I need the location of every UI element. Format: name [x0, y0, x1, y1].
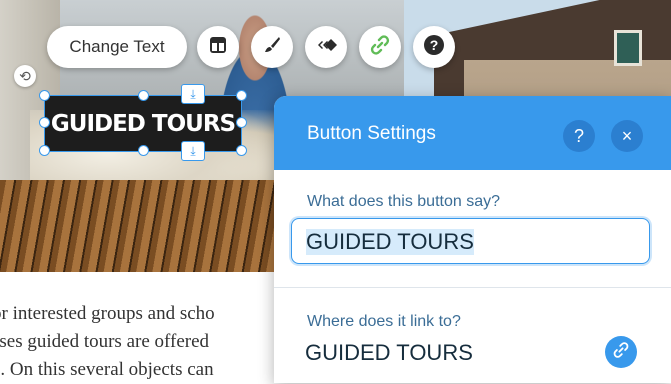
layout-button[interactable] — [197, 26, 239, 68]
animation-icon — [314, 37, 338, 58]
close-icon: × — [621, 125, 633, 146]
button-text-value: GUIDED TOURS — [306, 229, 474, 255]
rotate-handle[interactable]: ⟲ — [14, 65, 36, 87]
link-value[interactable]: GUIDED TOURS — [305, 340, 473, 366]
resize-handle-left[interactable] — [39, 117, 50, 128]
panel-title: Button Settings — [307, 123, 436, 144]
anchor-tag-bottom[interactable]: ⤓ — [181, 141, 205, 161]
link-icon — [369, 34, 391, 61]
button-settings-panel: Button Settings ? × What does this butto… — [274, 96, 671, 383]
resize-handle-bottom-left[interactable] — [39, 145, 50, 156]
download-arrow-icon: ⤓ — [190, 86, 196, 101]
resize-handle-top[interactable] — [138, 90, 149, 101]
paintbrush-icon — [262, 35, 282, 60]
download-arrow-icon: ⤓ — [190, 143, 196, 158]
button-text-label: What does this button say? — [307, 193, 500, 210]
rotate-icon: ⟲ — [19, 67, 31, 84]
page-paragraph: or interested groups and scho sses guide… — [0, 300, 290, 384]
change-text-button[interactable]: Change Text — [47, 26, 187, 68]
help-button[interactable]: ? — [413, 26, 455, 68]
resize-handle-bottom[interactable] — [138, 145, 149, 156]
panel-help-button[interactable]: ? — [563, 120, 595, 152]
panel-divider — [274, 287, 671, 288]
design-button[interactable] — [251, 26, 293, 68]
resize-handle-top-right[interactable] — [236, 90, 247, 101]
anchor-tag-top[interactable]: ⤓ — [181, 84, 205, 104]
resize-handle-top-left[interactable] — [39, 90, 50, 101]
animation-button[interactable] — [305, 26, 347, 68]
guided-tours-element[interactable]: GUIDED TOURS — [45, 96, 241, 151]
panel-close-button[interactable]: × — [611, 120, 643, 152]
paragraph-line: or interested groups and scho — [0, 303, 215, 324]
link-label: Where does it link to? — [307, 313, 461, 330]
resize-handle-bottom-right[interactable] — [236, 145, 247, 156]
link-button[interactable] — [359, 26, 401, 68]
help-icon: ? — [573, 125, 584, 146]
paragraph-line: sses guided tours are offered — [0, 331, 210, 352]
help-icon: ? — [423, 34, 445, 61]
layout-icon — [208, 35, 228, 60]
resize-handle-right[interactable] — [236, 117, 247, 128]
panel-header: Button Settings ? × — [274, 96, 671, 170]
edit-link-button[interactable] — [605, 336, 637, 368]
svg-text:?: ? — [430, 37, 439, 53]
button-text-input[interactable]: GUIDED TOURS — [291, 218, 650, 264]
paragraph-line: e. On this several objects can — [0, 359, 214, 380]
link-icon — [612, 341, 630, 364]
